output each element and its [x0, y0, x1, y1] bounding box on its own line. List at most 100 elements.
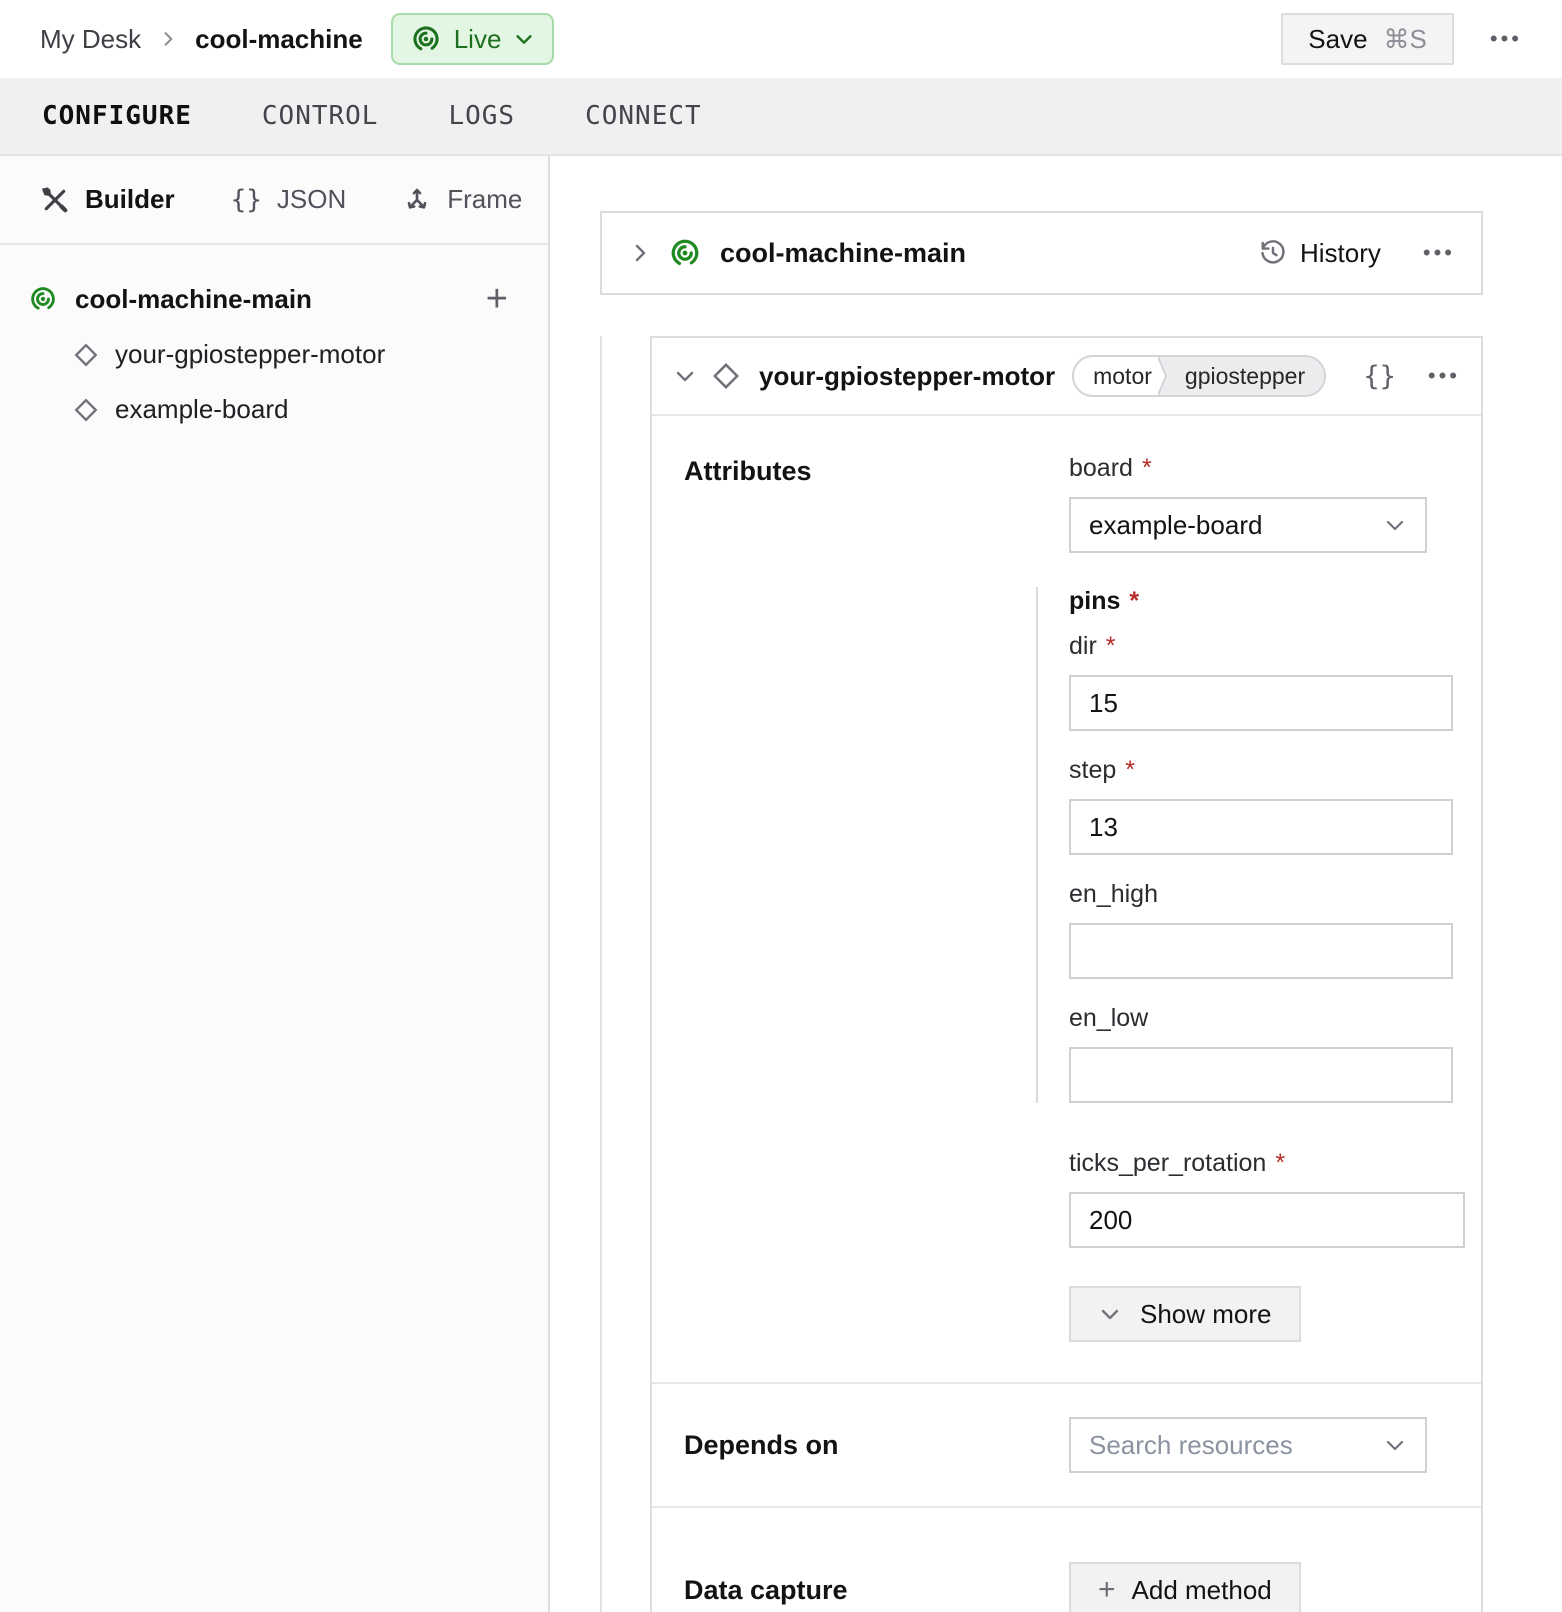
step-field-label: step *	[1069, 756, 1467, 785]
badge-chevron-divider	[1158, 357, 1175, 395]
add-component-button[interactable]: +	[482, 280, 512, 318]
tab-logs[interactable]: LOGS	[448, 101, 515, 131]
depends-on-heading: Depends on	[684, 1430, 1069, 1461]
machine-more-menu-button[interactable]: •••	[1490, 28, 1522, 50]
plus-icon: +	[1098, 1575, 1116, 1605]
board-select[interactable]: example-board	[1069, 497, 1427, 553]
history-button[interactable]: History	[1259, 238, 1381, 269]
chevron-down-icon	[1383, 513, 1407, 537]
pins-group-label: pins *	[1069, 587, 1467, 616]
add-method-button[interactable]: + Add method	[1069, 1562, 1301, 1612]
step-field: step *	[1069, 756, 1467, 855]
frame-axes-icon	[402, 185, 432, 215]
dir-input[interactable]	[1069, 675, 1453, 731]
part-more-menu-button[interactable]: •••	[1423, 242, 1455, 264]
breadcrumb: My Desk cool-machine	[40, 24, 363, 55]
viam-part-icon	[668, 236, 702, 270]
machine-part-title: cool-machine-main	[720, 238, 966, 269]
viam-part-icon	[28, 284, 58, 314]
tree-item-gpiostepper-motor-label: your-gpiostepper-motor	[115, 339, 385, 370]
part-components-group: your-gpiostepper-motor motor gpiostepper…	[600, 336, 1562, 1612]
component-type-label: motor	[1074, 357, 1158, 395]
tab-connect[interactable]: CONNECT	[585, 101, 702, 131]
required-marker: *	[1275, 1149, 1285, 1178]
live-status-label: Live	[454, 24, 502, 55]
view-tab-frame[interactable]: Frame	[402, 184, 522, 215]
tree-item-machine-main-label: cool-machine-main	[75, 284, 312, 315]
show-more-button[interactable]: Show more	[1069, 1286, 1301, 1342]
component-more-menu-button[interactable]: •••	[1428, 365, 1460, 387]
chevron-down-icon	[513, 28, 535, 50]
resource-tree: cool-machine-main + your-gpiostepper-mot…	[0, 245, 548, 437]
ticks-per-rotation-field: ticks_per_rotation *	[1069, 1149, 1467, 1248]
en-high-field: en_high	[1069, 880, 1467, 979]
machine-part-actions: History •••	[1259, 238, 1455, 269]
show-more-label: Show more	[1140, 1299, 1272, 1330]
depends-on-select[interactable]: Search resources	[1069, 1417, 1427, 1473]
view-tab-builder-label: Builder	[85, 184, 175, 215]
data-capture-section: Data capture + Add method	[652, 1508, 1481, 1612]
required-marker: *	[1129, 587, 1139, 616]
config-sidebar: Builder {} JSON Frame	[0, 156, 550, 1612]
braces-icon: {}	[231, 185, 262, 215]
config-view-tabs: Builder {} JSON Frame	[0, 156, 548, 245]
machine-part-card: cool-machine-main History •••	[600, 211, 1483, 295]
collapse-component-chevron-button[interactable]	[673, 364, 697, 388]
dir-field-label: dir *	[1069, 632, 1467, 661]
attributes-heading: Attributes	[684, 454, 1069, 1342]
en-low-field-label: en_low	[1069, 1004, 1467, 1033]
data-capture-heading: Data capture	[684, 1575, 1069, 1606]
pins-object-group: pins * dir *	[1036, 587, 1467, 1103]
top-bar: My Desk cool-machine Live Save ⌘S •••	[0, 0, 1562, 78]
en-low-input[interactable]	[1069, 1047, 1453, 1103]
live-status-dropdown[interactable]: Live	[391, 13, 555, 65]
config-main-panel: cool-machine-main History •••	[550, 156, 1562, 1612]
add-method-label: Add method	[1132, 1575, 1272, 1606]
depends-on-placeholder: Search resources	[1089, 1430, 1383, 1461]
component-diamond-icon	[72, 396, 100, 424]
topbar-actions: Save ⌘S •••	[1281, 13, 1522, 65]
component-title: your-gpiostepper-motor	[759, 361, 1055, 392]
ticks-per-rotation-label: ticks_per_rotation *	[1069, 1149, 1467, 1178]
save-shortcut-hint: ⌘S	[1384, 24, 1427, 55]
expand-part-chevron-button[interactable]	[628, 241, 652, 265]
view-tab-builder[interactable]: Builder	[40, 184, 175, 215]
tree-item-machine-main[interactable]: cool-machine-main +	[28, 271, 512, 327]
dir-field: dir *	[1069, 632, 1467, 731]
en-high-input[interactable]	[1069, 923, 1453, 979]
chevron-down-icon	[1383, 1433, 1407, 1457]
breadcrumb-machine-name: cool-machine	[195, 24, 363, 55]
component-card-gpiostepper: your-gpiostepper-motor motor gpiostepper…	[650, 336, 1483, 1612]
view-tab-json-label: JSON	[277, 184, 346, 215]
en-low-field: en_low	[1069, 1004, 1467, 1103]
history-clock-icon	[1259, 239, 1287, 267]
required-marker: *	[1125, 756, 1135, 785]
breadcrumb-separator-icon	[158, 29, 178, 49]
required-marker: *	[1142, 454, 1152, 483]
board-field-label: board *	[1069, 454, 1467, 483]
view-tab-frame-label: Frame	[447, 184, 522, 215]
attributes-fields: board * example-board	[1069, 454, 1467, 1342]
tab-control[interactable]: CONTROL	[262, 101, 379, 131]
tree-item-example-board[interactable]: example-board	[72, 382, 512, 437]
component-model-label: gpiostepper	[1175, 357, 1324, 395]
ticks-per-rotation-input[interactable]	[1069, 1192, 1465, 1248]
view-tab-json[interactable]: {} JSON	[231, 184, 347, 215]
tree-item-gpiostepper-motor[interactable]: your-gpiostepper-motor	[72, 327, 512, 382]
component-type-badge: motor gpiostepper	[1072, 355, 1326, 397]
component-diamond-icon	[72, 341, 100, 369]
save-button[interactable]: Save ⌘S	[1281, 13, 1454, 65]
component-card-header: your-gpiostepper-motor motor gpiostepper…	[652, 338, 1481, 416]
content-area: Builder {} JSON Frame	[0, 156, 1562, 1612]
viam-logo-icon	[410, 23, 442, 55]
attributes-section: Attributes board * example-board	[652, 416, 1481, 1382]
tab-configure[interactable]: CONFIGURE	[42, 101, 192, 131]
component-diamond-icon	[710, 360, 742, 392]
required-marker: *	[1106, 632, 1116, 661]
step-input[interactable]	[1069, 799, 1453, 855]
breadcrumb-my-desk[interactable]: My Desk	[40, 24, 141, 55]
component-json-toggle-button[interactable]: {}	[1363, 363, 1396, 390]
component-header-actions: {} •••	[1363, 363, 1460, 390]
tree-item-example-board-label: example-board	[115, 394, 288, 425]
save-button-label: Save	[1308, 24, 1367, 55]
